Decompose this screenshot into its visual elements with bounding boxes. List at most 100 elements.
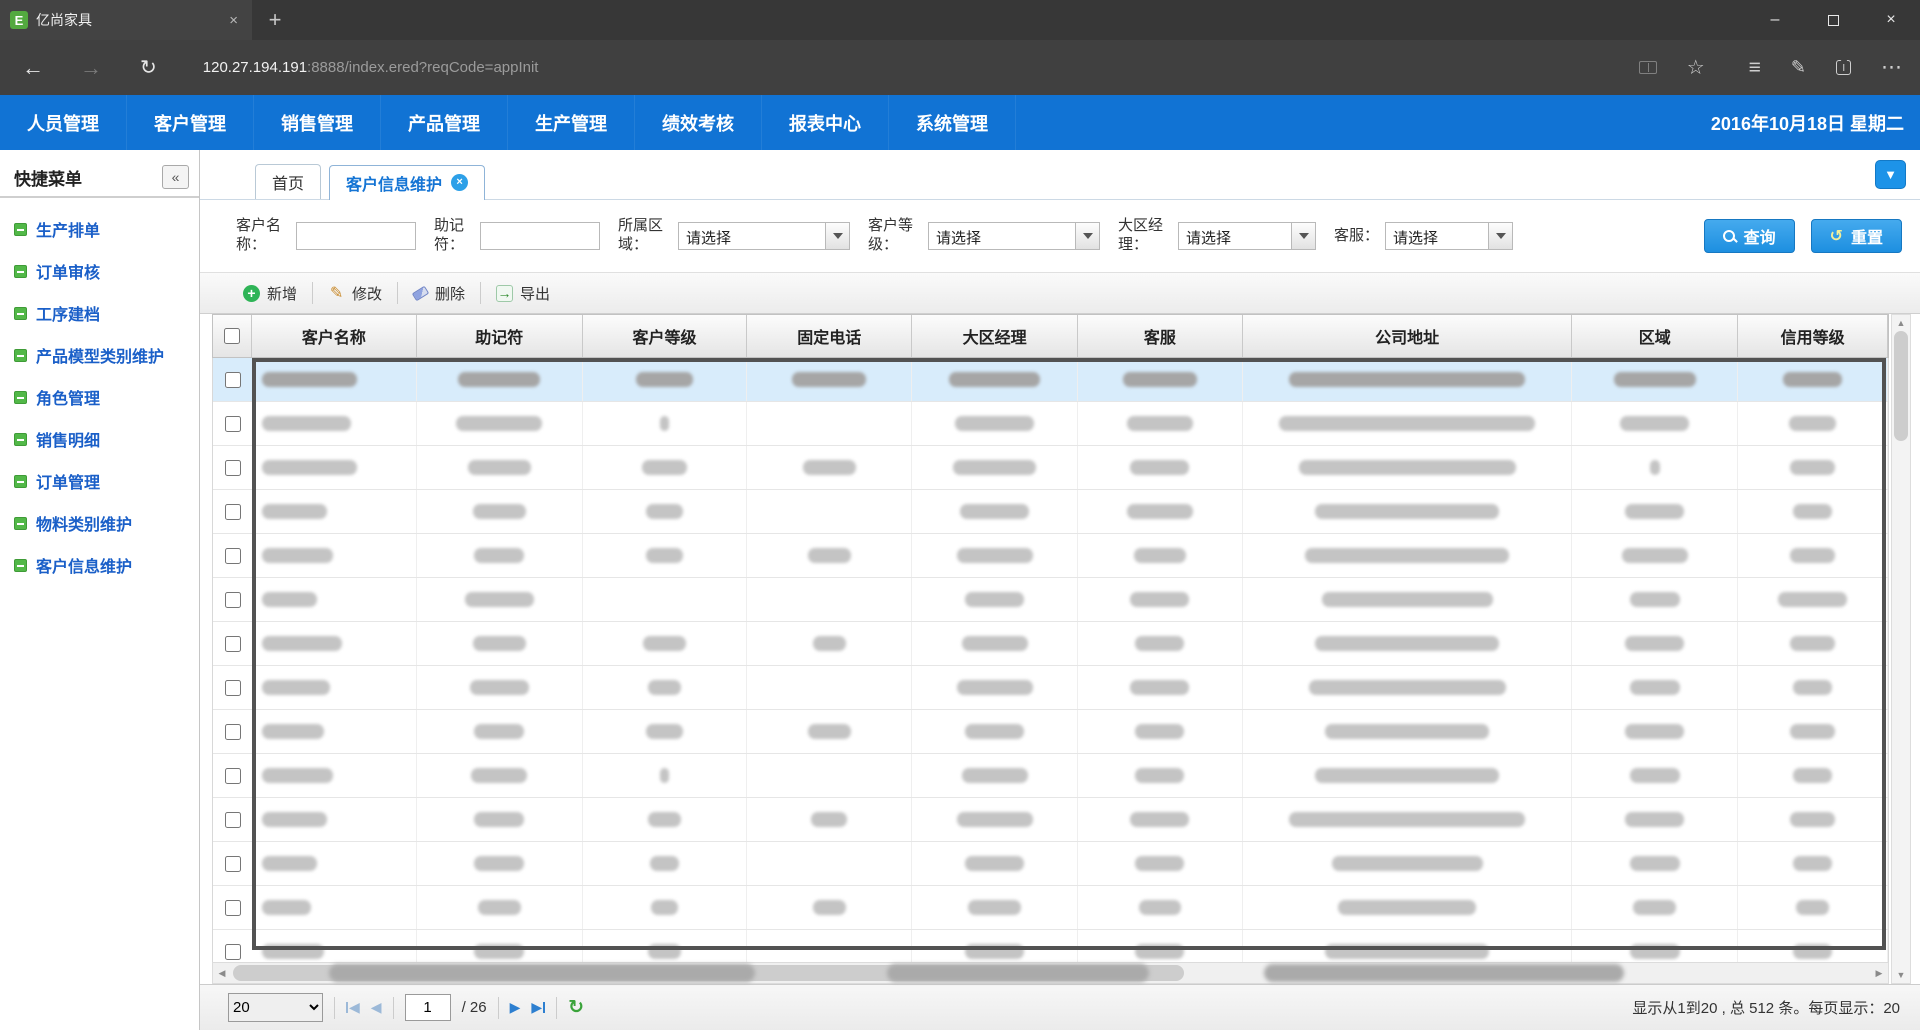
- row-checkbox[interactable]: [225, 460, 241, 476]
- table-row[interactable]: [213, 578, 1888, 622]
- back-icon[interactable]: ←: [22, 55, 44, 81]
- sidebar-item[interactable]: 角色管理: [0, 376, 199, 418]
- query-button[interactable]: 查询: [1704, 219, 1795, 253]
- column-header-6[interactable]: 客服: [1078, 315, 1243, 357]
- chevron-down-icon[interactable]: [1291, 223, 1315, 249]
- browser-tab[interactable]: E 亿尚家具 ×: [0, 0, 252, 40]
- favorites-star-icon[interactable]: ☆: [1687, 55, 1705, 80]
- row-checkbox[interactable]: [225, 592, 241, 608]
- vertical-scrollbar[interactable]: ▲ ▼: [1891, 314, 1911, 984]
- row-checkbox[interactable]: [225, 768, 241, 784]
- column-header-1[interactable]: 客户名称: [252, 315, 417, 357]
- share-icon[interactable]: [1836, 60, 1851, 75]
- select-all-checkbox[interactable]: [224, 328, 240, 344]
- sidebar-collapse-button[interactable]: «: [162, 165, 189, 189]
- filter-combobox[interactable]: 请选择: [928, 222, 1100, 250]
- toolbar-export-button[interactable]: →导出: [481, 273, 565, 313]
- column-header-2[interactable]: 助记符: [417, 315, 583, 357]
- page-size-select[interactable]: 20: [228, 993, 323, 1022]
- table-row[interactable]: [213, 666, 1888, 710]
- nav-item-8[interactable]: 系统管理: [889, 95, 1016, 150]
- toolbar-add-button[interactable]: +新增: [228, 273, 312, 313]
- table-row[interactable]: [213, 446, 1888, 490]
- sidebar-item[interactable]: 生产排单: [0, 208, 199, 250]
- tab-close-icon[interactable]: ×: [451, 174, 468, 191]
- row-checkbox[interactable]: [225, 504, 241, 520]
- sidebar-item[interactable]: 物料类别维护: [0, 502, 199, 544]
- hscroll-track[interactable]: [231, 963, 1870, 983]
- last-page-button[interactable]: ▶: [531, 999, 545, 1016]
- web-note-icon[interactable]: ✎: [1791, 57, 1806, 78]
- maximize-button[interactable]: [1804, 0, 1862, 40]
- scroll-down-icon[interactable]: ▼: [1897, 970, 1906, 980]
- prev-page-button[interactable]: ◀: [371, 999, 382, 1016]
- next-page-button[interactable]: ▶: [510, 999, 521, 1016]
- column-header-8[interactable]: 区域: [1572, 315, 1738, 357]
- row-checkbox[interactable]: [225, 680, 241, 696]
- chevron-down-icon[interactable]: [1075, 223, 1099, 249]
- column-header-7[interactable]: 公司地址: [1243, 315, 1573, 357]
- hub-icon[interactable]: ≡: [1749, 56, 1761, 80]
- row-checkbox[interactable]: [225, 416, 241, 432]
- nav-item-4[interactable]: 产品管理: [381, 95, 508, 150]
- browser-tab-close-icon[interactable]: ×: [225, 12, 242, 29]
- table-row[interactable]: [213, 798, 1888, 842]
- sidebar-item[interactable]: 订单审核: [0, 250, 199, 292]
- nav-item-2[interactable]: 客户管理: [127, 95, 254, 150]
- tab-home[interactable]: 首页: [255, 164, 321, 199]
- sidebar-item[interactable]: 客户信息维护: [0, 544, 199, 586]
- panel-toggle-button[interactable]: ▼: [1875, 160, 1906, 189]
- new-tab-button[interactable]: +: [252, 0, 298, 40]
- row-checkbox[interactable]: [225, 372, 241, 388]
- filter-input[interactable]: [296, 222, 416, 250]
- table-row[interactable]: [213, 490, 1888, 534]
- tab-customer-info[interactable]: 客户信息维护 ×: [329, 165, 485, 200]
- row-checkbox[interactable]: [225, 944, 241, 960]
- row-checkbox[interactable]: [225, 548, 241, 564]
- toolbar-delete-button[interactable]: 删除: [398, 273, 480, 313]
- scroll-right-icon[interactable]: ▶: [1870, 968, 1888, 979]
- row-checkbox[interactable]: [225, 636, 241, 652]
- chevron-down-icon[interactable]: [1488, 223, 1512, 249]
- vscroll-thumb[interactable]: [1894, 331, 1908, 441]
- refresh-icon[interactable]: ↻: [140, 55, 157, 80]
- column-header-3[interactable]: 客户等级: [583, 315, 748, 357]
- scroll-up-icon[interactable]: ▲: [1897, 318, 1906, 328]
- table-row[interactable]: [213, 886, 1888, 930]
- table-row[interactable]: [213, 402, 1888, 446]
- column-header-4[interactable]: 固定电话: [747, 315, 912, 357]
- filter-combobox[interactable]: 请选择: [1385, 222, 1513, 250]
- address-bar[interactable]: 120.27.194.191:8888/index.ered?reqCode=a…: [203, 59, 539, 76]
- column-header-9[interactable]: 信用等级: [1738, 315, 1888, 357]
- table-row[interactable]: [213, 930, 1888, 962]
- nav-item-5[interactable]: 生产管理: [508, 95, 635, 150]
- row-checkbox[interactable]: [225, 812, 241, 828]
- close-button[interactable]: ×: [1862, 0, 1920, 40]
- reset-button[interactable]: ↺ 重置: [1811, 219, 1902, 253]
- more-icon[interactable]: ⋯: [1881, 55, 1902, 80]
- table-row[interactable]: [213, 710, 1888, 754]
- chevron-down-icon[interactable]: [825, 223, 849, 249]
- table-row[interactable]: [213, 534, 1888, 578]
- filter-combobox[interactable]: 请选择: [678, 222, 850, 250]
- sidebar-item[interactable]: 销售明细: [0, 418, 199, 460]
- nav-item-1[interactable]: 人员管理: [0, 95, 127, 150]
- forward-icon[interactable]: →: [80, 55, 102, 81]
- filter-input[interactable]: [480, 222, 600, 250]
- filter-combobox[interactable]: 请选择: [1178, 222, 1316, 250]
- reload-icon[interactable]: ↻: [568, 996, 584, 1019]
- column-header-5[interactable]: 大区经理: [912, 315, 1078, 357]
- sidebar-item[interactable]: 工序建档: [0, 292, 199, 334]
- scroll-left-icon[interactable]: ◀: [213, 968, 231, 979]
- sidebar-item[interactable]: 订单管理: [0, 460, 199, 502]
- nav-item-6[interactable]: 绩效考核: [635, 95, 762, 150]
- table-row[interactable]: [213, 842, 1888, 886]
- minimize-button[interactable]: –: [1746, 0, 1804, 40]
- table-row[interactable]: [213, 358, 1888, 402]
- reading-view-icon[interactable]: [1639, 61, 1657, 74]
- horizontal-scrollbar[interactable]: ◀ ▶: [212, 962, 1889, 984]
- sidebar-item[interactable]: 产品模型类别维护: [0, 334, 199, 376]
- nav-item-3[interactable]: 销售管理: [254, 95, 381, 150]
- table-row[interactable]: [213, 754, 1888, 798]
- page-number-input[interactable]: [405, 994, 451, 1021]
